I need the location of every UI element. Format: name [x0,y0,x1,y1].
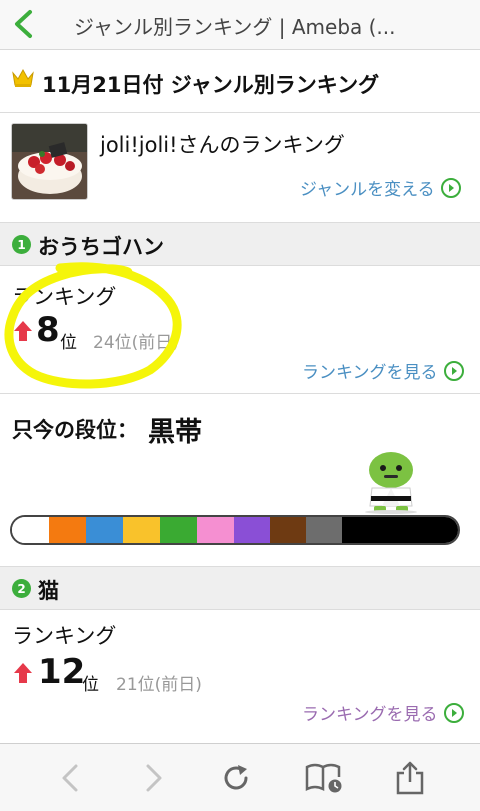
up-arrow-icon [14,321,32,341]
previous-rank: 24位(前日) [93,333,179,353]
reload-button[interactable] [216,758,256,798]
change-genre-link[interactable]: ジャンルを変える [300,175,461,200]
view-ranking-label: ランキングを見る [302,363,438,383]
rank-value: 12 [38,652,86,692]
belt-segment-blue [86,517,123,543]
cake-image [12,124,87,199]
user-name: joli!joli!さんのランキング [100,133,345,157]
chevron-left-icon [15,10,32,38]
share-button[interactable] [390,758,430,798]
view-ranking-label: ランキングを見る [302,705,438,725]
change-genre-label: ジャンルを変える [300,180,435,200]
browser-toolbar [0,743,480,811]
up-arrow-icon [14,663,32,683]
bookmarks-icon [305,763,342,793]
crown-icon [12,68,34,87]
back-icon [62,764,78,792]
ranking-label: ランキング [12,624,117,648]
user-row: joli!joli!さんのランキング ジャンルを変える [0,113,480,213]
page-title: 11月21日付 ジャンル別ランキング [42,73,380,97]
page: ジャンル別ランキング | Ameba (... 11月21日付 ジャンル別ランキ… [0,0,480,811]
divider [0,393,480,394]
circle-arrow-right-icon [443,360,464,381]
rank-value: 8 [36,310,60,350]
rank-unit: 位 [60,333,77,353]
belt-segment-yellow [123,517,160,543]
back-button[interactable] [50,758,90,798]
nav-back-button[interactable] [6,6,40,42]
genre-header-2: 2 猫 [0,566,480,610]
circle-arrow-right-icon [440,177,461,198]
user-thumbnail[interactable] [11,123,88,200]
belt-segment-brown [270,517,306,543]
genre-number-badge: 2 [12,579,31,598]
previous-rank: 21位(前日) [116,675,202,695]
belt-segment-black [342,517,458,543]
belt-segment-orange [49,517,86,543]
genre-number-badge: 1 [12,235,31,254]
rank-unit: 位 [82,675,99,695]
forward-icon [146,764,162,792]
bookmarks-button[interactable] [304,758,344,798]
forward-button[interactable] [134,758,174,798]
rank-belt [10,515,460,545]
ranking-label: ランキング [12,285,117,309]
page-header: 11月21日付 ジャンル別ランキング [0,52,480,112]
belt-segment-purple [234,517,270,543]
genre-header-1: 1 おうちゴハン [0,222,480,266]
genre-name: 猫 [38,579,59,603]
mascot-icon [365,452,417,514]
share-icon [396,761,424,795]
belt-segment-green [160,517,197,543]
belt-segment-gray [306,517,342,543]
belt-segment-white [12,517,49,543]
view-ranking-link-2[interactable]: ランキングを見る [302,700,464,725]
circle-arrow-right-icon [443,702,464,723]
nav-bar: ジャンル別ランキング | Ameba (... [0,0,480,50]
genre-name: おうちゴハン [38,235,164,259]
dan-label: 只今の段位： [12,418,138,442]
nav-title: ジャンル別ランキング | Ameba (... [74,15,396,39]
reload-icon [224,765,248,790]
dan-value: 黒帯 [148,417,202,448]
view-ranking-link-1[interactable]: ランキングを見る [302,358,464,383]
belt-segment-pink [197,517,234,543]
